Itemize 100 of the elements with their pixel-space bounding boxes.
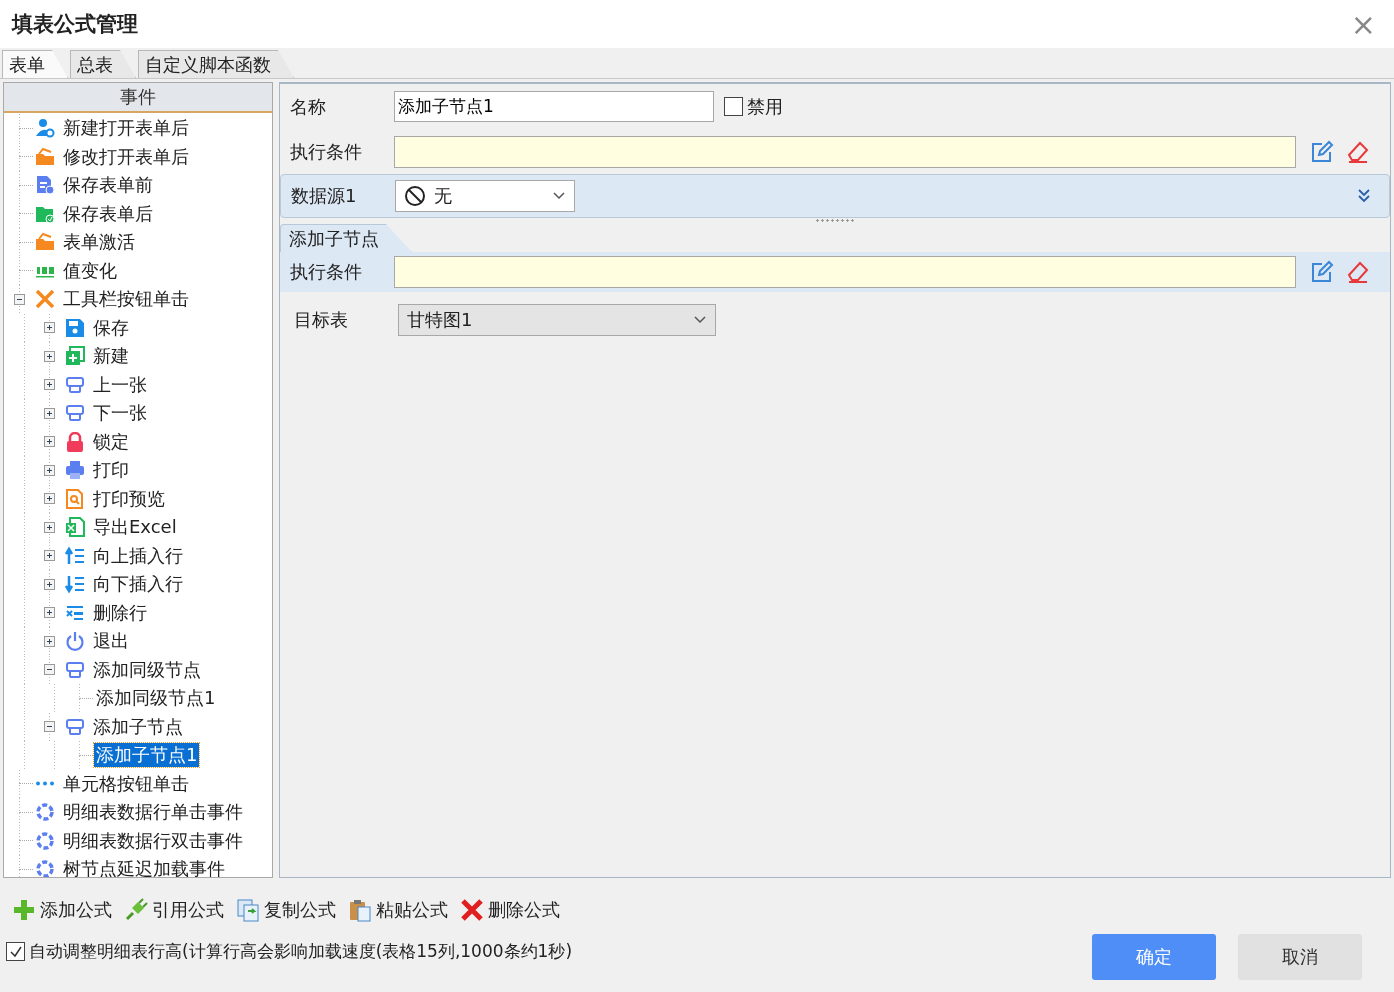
expander-icon[interactable]	[43, 379, 55, 391]
tree-item[interactable]: 退出	[91, 629, 131, 654]
tree-item[interactable]: 下一张	[91, 401, 149, 426]
plus-icon	[12, 898, 36, 922]
section-tab[interactable]: 添加子节点	[280, 224, 412, 252]
tree-item[interactable]: 添加子节点1	[94, 743, 200, 768]
expander-icon[interactable]	[43, 607, 55, 619]
tree-item[interactable]: 保存表单后	[61, 201, 155, 226]
spreadsheet-icon	[65, 517, 85, 538]
expander-icon[interactable]	[43, 664, 55, 676]
tree-item[interactable]: 添加同级节点1	[94, 686, 218, 711]
tree-item[interactable]: 表单激活	[61, 230, 137, 255]
copy-icon	[236, 898, 260, 922]
folder-icon	[35, 146, 55, 167]
tools-icon	[35, 289, 55, 310]
name-field[interactable]: 添加子节点1	[394, 91, 714, 122]
tree-item[interactable]: 上一张	[91, 372, 149, 397]
expander-icon[interactable]	[43, 407, 55, 419]
edit-icon[interactable]	[1310, 260, 1334, 284]
checkbox[interactable]	[724, 97, 743, 116]
expander-icon[interactable]	[43, 493, 55, 505]
field-label: 执行条件	[290, 260, 363, 284]
node-icon	[65, 374, 85, 395]
close-button[interactable]: ×	[1344, 6, 1382, 42]
window-title: 填表公式管理	[12, 11, 138, 38]
tab[interactable]: 表单	[2, 50, 68, 78]
eraser-icon[interactable]	[1346, 260, 1370, 284]
expander-icon[interactable]	[43, 436, 55, 448]
tree-item[interactable]: 工具栏按钮单击	[61, 287, 191, 312]
tree-item[interactable]: 向上插入行	[91, 543, 185, 568]
edit-icon[interactable]	[1310, 139, 1334, 164]
condition-field[interactable]	[394, 135, 1296, 168]
column-header: 事件	[4, 83, 272, 113]
caret-icon	[693, 315, 707, 325]
dotted-ring-icon	[35, 859, 55, 877]
insert-row-down-icon	[65, 574, 85, 595]
toolbar-button[interactable]: 删除公式	[460, 898, 560, 922]
expander-icon[interactable]	[43, 521, 55, 533]
caret-icon	[552, 191, 566, 201]
save-icon	[65, 317, 85, 338]
toolbar-button[interactable]: 引用公式	[124, 898, 224, 922]
expander-icon[interactable]	[43, 550, 55, 562]
plug-icon	[124, 898, 148, 922]
tree-item[interactable]: 添加子节点	[91, 714, 185, 739]
field-label: 数据源1	[291, 184, 358, 208]
expander-icon[interactable]	[43, 635, 55, 647]
tree-item[interactable]: 新建	[91, 344, 131, 369]
clipboard-icon	[348, 898, 372, 922]
tree-item[interactable]: 保存表单前	[61, 173, 155, 198]
checkbox-label: 自动调整明细表行高(计算行高会影响加载速度(表格15列,1000条约1秒)	[29, 940, 572, 963]
tab[interactable]: 自定义脚本函数	[138, 50, 294, 78]
tree-item[interactable]: 保存	[91, 315, 131, 340]
expander-icon[interactable]	[43, 464, 55, 476]
tree-item[interactable]: 锁定	[91, 429, 131, 454]
tree-item[interactable]: 删除行	[91, 600, 149, 625]
field-label: 名称	[290, 94, 327, 119]
cancel-button[interactable]: 取消	[1238, 934, 1362, 980]
document-check-icon	[35, 175, 55, 196]
tree-item[interactable]: 单元格按钮单击	[61, 771, 191, 796]
tree-item[interactable]: 打印预览	[91, 486, 167, 511]
delete-icon	[460, 898, 484, 922]
tree-item[interactable]: 向下插入行	[91, 572, 185, 597]
checkbox-label: 禁用	[747, 94, 783, 119]
tree-item[interactable]: 值变化	[61, 258, 119, 283]
power-icon	[65, 631, 85, 652]
folder-icon	[35, 232, 55, 253]
field-label: 目标表	[294, 308, 349, 332]
checkbox[interactable]	[6, 942, 25, 961]
toolbar-button[interactable]: 添加公式	[12, 898, 112, 922]
new-icon	[65, 346, 85, 367]
toolbar-button[interactable]: 复制公式	[236, 898, 336, 922]
tree-item[interactable]: 修改打开表单后	[61, 144, 191, 169]
target-dropdown[interactable]: 甘特图1	[398, 304, 716, 336]
eraser-icon[interactable]	[1346, 139, 1370, 164]
lock-icon	[65, 431, 85, 452]
user-icon	[35, 118, 55, 139]
tab[interactable]: 总表	[70, 50, 136, 78]
node-icon	[65, 403, 85, 424]
expander-icon[interactable]	[43, 322, 55, 334]
insert-row-up-icon	[65, 545, 85, 566]
tree-item[interactable]: 明细表数据行双击事件	[61, 828, 245, 853]
tree-item[interactable]: 导出Excel	[91, 515, 179, 540]
toolbar-button[interactable]: 粘贴公式	[348, 898, 448, 922]
tree-item[interactable]: 明细表数据行单击事件	[61, 800, 245, 825]
datasource-dropdown[interactable]: 无	[395, 180, 575, 212]
prohibited-icon	[404, 185, 426, 207]
splitter-handle[interactable]	[815, 219, 855, 222]
tree-item[interactable]: 添加同级节点	[91, 657, 203, 682]
tree-item[interactable]: 打印	[91, 458, 131, 483]
expander-icon[interactable]	[43, 578, 55, 590]
tree-item[interactable]: 新建打开表单后	[61, 116, 191, 141]
expander-icon[interactable]	[13, 293, 25, 305]
node-icon	[65, 659, 85, 680]
field-label: 执行条件	[290, 139, 363, 164]
dotted-ring-icon	[35, 802, 55, 823]
condition-field[interactable]	[394, 256, 1296, 288]
expander-icon[interactable]	[43, 721, 55, 733]
double-chevron-icon[interactable]	[1357, 188, 1371, 204]
expander-icon[interactable]	[43, 350, 55, 362]
dots-icon	[35, 781, 55, 787]
